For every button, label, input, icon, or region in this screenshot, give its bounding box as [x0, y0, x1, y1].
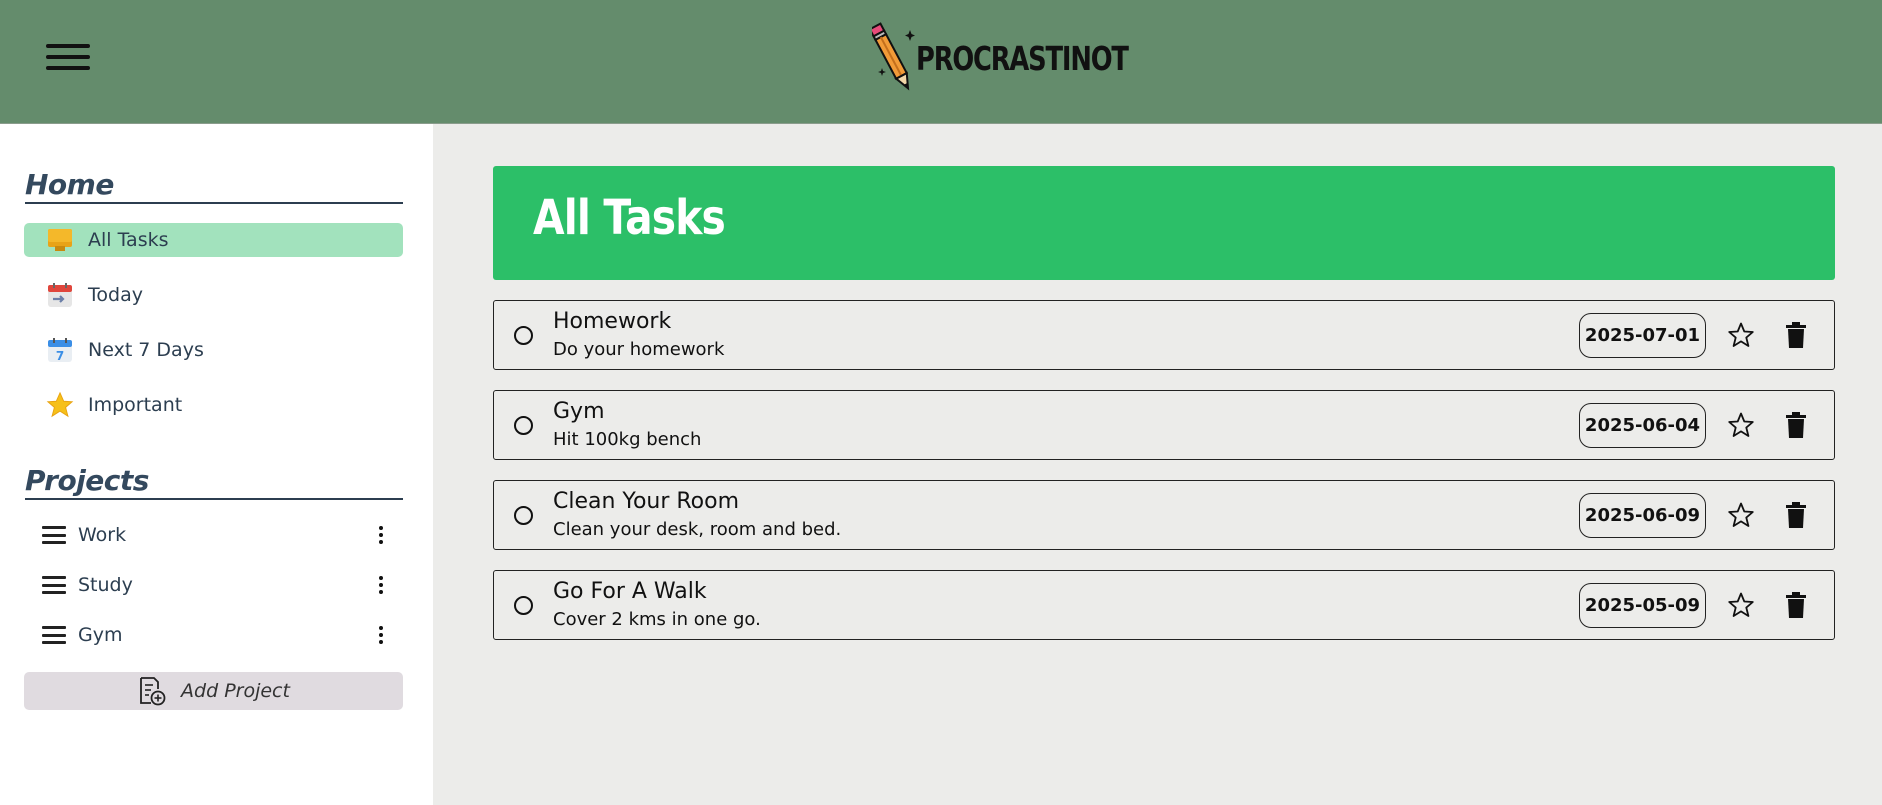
- task-title: Homework: [553, 309, 672, 334]
- trash-icon[interactable]: [1784, 591, 1808, 619]
- sidebar-item-all-tasks[interactable]: All Tasks: [24, 223, 403, 257]
- calendar-seven-icon: 7: [46, 336, 74, 364]
- task-date-field[interactable]: 2025-07-01: [1579, 313, 1706, 358]
- sidebar-item-label: Important: [88, 394, 183, 416]
- trash-icon[interactable]: [1784, 321, 1808, 349]
- project-label: Work: [78, 524, 127, 546]
- add-project-button[interactable]: Add Project: [24, 672, 403, 710]
- drag-handle-icon[interactable]: [42, 526, 66, 544]
- task-title: Go For A Walk: [553, 579, 707, 604]
- task-description: Cover 2 kms in one go.: [553, 609, 761, 630]
- project-label: Gym: [78, 624, 123, 646]
- sidebar-item-next-7-days[interactable]: 7 Next 7 Days: [24, 333, 403, 367]
- task-complete-checkbox[interactable]: [514, 596, 533, 615]
- sidebar-item-today[interactable]: Today: [24, 278, 403, 312]
- task-title: Gym: [553, 399, 605, 424]
- task-row[interactable]: Clean Your Room Clean your desk, room an…: [493, 480, 1835, 550]
- hamburger-menu-icon[interactable]: [46, 44, 90, 72]
- drag-handle-icon[interactable]: [42, 576, 66, 594]
- task-description: Do your homework: [553, 339, 725, 360]
- page-title-banner: All Tasks: [493, 166, 1835, 280]
- trash-icon[interactable]: [1784, 501, 1808, 529]
- page-title: All Tasks: [533, 190, 726, 246]
- sidebar-item-label: Next 7 Days: [88, 339, 204, 361]
- sidebar: Home All Tasks Today 7 Next 7 Days Impor…: [0, 124, 433, 805]
- task-complete-checkbox[interactable]: [514, 326, 533, 345]
- task-date-field[interactable]: 2025-06-04: [1579, 403, 1706, 448]
- star-outline-icon[interactable]: [1727, 321, 1755, 349]
- drag-handle-icon[interactable]: [42, 626, 66, 644]
- task-date-field[interactable]: 2025-05-09: [1579, 583, 1706, 628]
- svg-text:7: 7: [56, 349, 64, 363]
- task-description: Hit 100kg bench: [553, 429, 702, 450]
- add-document-icon: [140, 677, 166, 706]
- task-row[interactable]: Homework Do your homework 2025-07-01: [493, 300, 1835, 370]
- star-outline-icon[interactable]: [1727, 501, 1755, 529]
- task-row[interactable]: Go For A Walk Cover 2 kms in one go. 202…: [493, 570, 1835, 640]
- more-options-icon[interactable]: [371, 523, 391, 547]
- trash-icon[interactable]: [1784, 411, 1808, 439]
- app-header: PROCRASTINOT: [0, 0, 1882, 124]
- task-row[interactable]: Gym Hit 100kg bench 2025-06-04: [493, 390, 1835, 460]
- more-options-icon[interactable]: [371, 573, 391, 597]
- task-description: Clean your desk, room and bed.: [553, 519, 842, 540]
- star-icon: [46, 391, 74, 419]
- sidebar-item-important[interactable]: Important: [24, 388, 403, 422]
- star-outline-icon[interactable]: [1727, 411, 1755, 439]
- task-title: Clean Your Room: [553, 489, 740, 514]
- project-label: Study: [78, 574, 133, 596]
- app-logo[interactable]: PROCRASTINOT: [872, 12, 1188, 96]
- project-item-gym[interactable]: Gym: [24, 618, 403, 652]
- projects-section-title: Projects: [25, 464, 403, 500]
- calendar-today-icon: [46, 281, 74, 309]
- star-outline-icon[interactable]: [1727, 591, 1755, 619]
- add-project-label: Add Project: [181, 680, 290, 702]
- project-item-study[interactable]: Study: [24, 568, 403, 602]
- task-date-field[interactable]: 2025-06-09: [1579, 493, 1706, 538]
- task-complete-checkbox[interactable]: [514, 416, 533, 435]
- sidebar-item-label: Today: [88, 284, 143, 306]
- more-options-icon[interactable]: [371, 623, 391, 647]
- pencil-logo-icon: [872, 22, 915, 91]
- project-item-work[interactable]: Work: [24, 518, 403, 552]
- inbox-tray-icon: [46, 226, 74, 254]
- sidebar-item-label: All Tasks: [88, 229, 169, 251]
- logo-text: PROCRASTINOT: [916, 38, 1129, 78]
- home-section-title: Home: [25, 168, 403, 204]
- task-complete-checkbox[interactable]: [514, 506, 533, 525]
